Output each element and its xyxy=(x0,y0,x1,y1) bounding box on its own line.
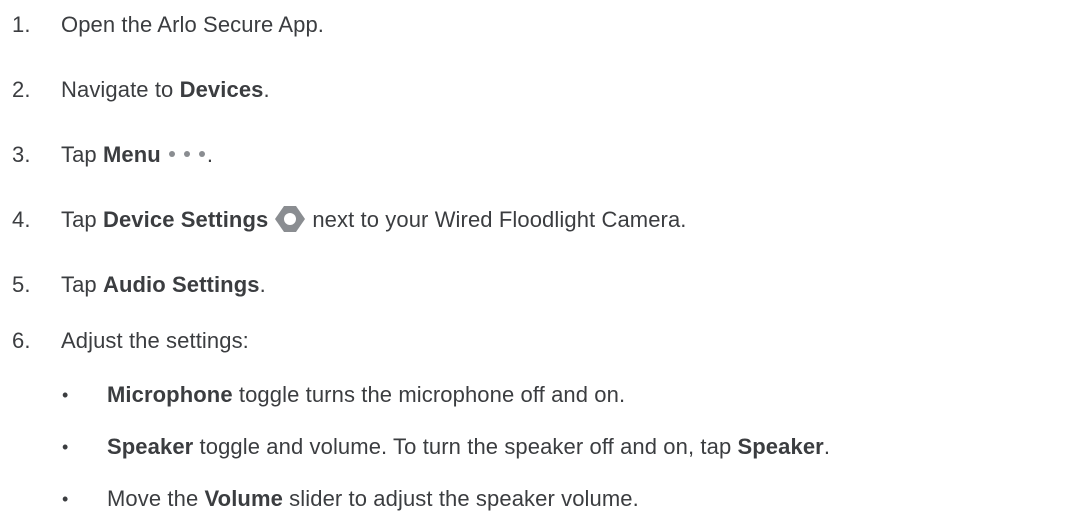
step-text: Tap Menu. xyxy=(61,140,213,170)
step-text-post: . xyxy=(259,272,266,297)
bullet-text-pre: Move the xyxy=(107,486,205,511)
more-dots-icon xyxy=(168,151,205,158)
microphone-label: Microphone xyxy=(107,382,233,407)
bullet-marker: • xyxy=(62,489,69,509)
gear-icon xyxy=(275,206,306,233)
volume-label: Volume xyxy=(204,486,283,511)
step-text: Navigate to Devices. xyxy=(61,75,270,105)
step-text: Tap Audio Settings. xyxy=(61,270,266,300)
bullet-text: Microphone toggle turns the microphone o… xyxy=(107,380,625,410)
step-number: 2. xyxy=(12,77,31,102)
device-settings-label: Device Settings xyxy=(102,207,269,232)
step-number: 6. xyxy=(12,328,31,353)
bullet-text: Speaker toggle and volume. To turn the s… xyxy=(107,432,830,462)
devices-label: Devices xyxy=(179,77,264,102)
step-number: 1. xyxy=(12,12,31,37)
step-text: Tap Device Settings next to your Wired F… xyxy=(61,205,687,235)
instructions-document: 1. Open the Arlo Secure App. 2. Navigate… xyxy=(0,0,1074,529)
speaker-label-2: Speaker xyxy=(737,434,824,459)
audio-settings-label: Audio Settings xyxy=(102,272,260,297)
bullet-text-post: slider to adjust the speaker volume. xyxy=(282,486,639,511)
bullet-text-post: toggle and volume. To turn the speaker o… xyxy=(193,434,738,459)
step-text-pre: Tap xyxy=(61,142,103,167)
step-text: Open the Arlo Secure App. xyxy=(61,12,325,37)
step-text-pre: Tap xyxy=(61,272,103,297)
step-text-pre: Navigate to xyxy=(61,77,180,102)
step-number: 5. xyxy=(12,272,31,297)
step-text: Adjust the settings: xyxy=(61,328,249,353)
bullet-text-end: . xyxy=(823,434,831,459)
bullet-marker: • xyxy=(62,437,69,457)
bullet-text: Move the Volume slider to adjust the spe… xyxy=(107,484,639,514)
step-text-post: . xyxy=(206,142,214,167)
step-text-pre: Tap xyxy=(61,207,103,232)
menu-label: Menu xyxy=(102,142,161,167)
step-number: 4. xyxy=(12,207,31,232)
step-text-post: next to your Wired Floodlight Camera. xyxy=(312,207,687,232)
bullet-text-post: toggle turns the microphone off and on. xyxy=(232,382,626,407)
bullet-marker: • xyxy=(62,385,69,405)
speaker-label: Speaker xyxy=(107,434,194,459)
step-number: 3. xyxy=(12,142,31,167)
step-text-post: . xyxy=(263,77,270,102)
